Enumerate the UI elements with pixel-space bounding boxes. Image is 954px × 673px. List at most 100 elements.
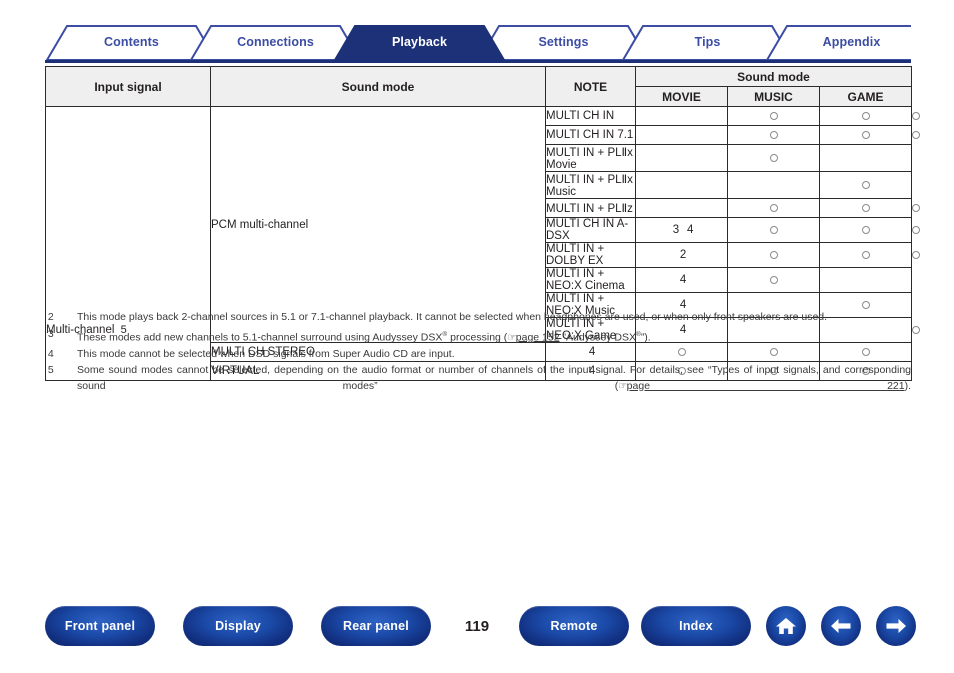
cell-movie-support (727, 171, 820, 199)
footnote-3-pre: These modes add new channels to 5.1-chan… (77, 331, 443, 343)
cell-note: 2 (635, 242, 728, 268)
cell-music-support (818, 242, 913, 268)
remote-button[interactable]: Remote (519, 606, 629, 646)
footnote-3-mid: processing ( (447, 331, 508, 343)
home-icon (776, 618, 796, 634)
cell-sound-mode: MULTI CH IN (545, 106, 636, 126)
supported-circle-icon (861, 180, 870, 189)
supported-circle-icon (912, 250, 921, 259)
tab-bar: Contents Connections Playback Settings T… (45, 22, 911, 61)
cell-sound-mode: MULTI CH IN 7.1 (545, 125, 636, 145)
cell-movie-support (727, 106, 820, 126)
footnote-2-text: This mode plays back 2-channel sources i… (77, 311, 828, 323)
cell-music-support (818, 267, 913, 293)
supported-circle-icon (769, 153, 778, 162)
link-page-221[interactable]: page 221 (627, 380, 905, 392)
arrow-left-icon (831, 619, 851, 633)
footnote-3-key: 3 (45, 327, 54, 340)
footnote-4-text: This mode cannot be selected when DSD si… (77, 347, 455, 360)
cell-movie-support (727, 217, 820, 243)
cell-sound-mode: MULTI IN + PLⅡx Movie (545, 144, 636, 172)
cell-music-support (818, 171, 913, 199)
pointing-hand-icon: ☞ (507, 332, 516, 343)
supported-circle-icon (861, 225, 870, 234)
bottom-navigation: Front panel Display Rear panel 119 Remot… (0, 606, 954, 650)
footnote-4-key: 4 (45, 347, 54, 360)
display-button[interactable]: Display (183, 606, 293, 646)
supported-circle-icon (769, 111, 778, 120)
cell-music-support (818, 106, 913, 126)
cell-note (635, 106, 728, 126)
header-game: GAME (818, 86, 913, 107)
cell-movie-support (727, 242, 820, 268)
cell-sound-mode: MULTI IN + DOLBY EX (545, 242, 636, 268)
footnote-5-tail: ). (904, 379, 912, 392)
cell-sound-mode: MULTI IN + PLⅡz (545, 198, 636, 218)
header-sound-mode: Sound mode (210, 66, 546, 107)
footnote-5-key: 5 (45, 364, 54, 376)
supported-circle-icon (912, 130, 921, 139)
cell-sound-mode: MULTI IN + NEO:X Cinema (545, 267, 636, 293)
supported-circle-icon (769, 203, 778, 212)
cell-movie-support (727, 267, 820, 293)
supported-circle-icon (912, 325, 921, 334)
cell-music-support (818, 144, 913, 172)
cell-music-support (818, 125, 913, 145)
header-sound-mode-group: Sound mode (634, 66, 913, 87)
supported-circle-icon (769, 250, 778, 259)
next-page-button[interactable] (876, 606, 916, 646)
supported-circle-icon (861, 111, 870, 120)
previous-page-button[interactable] (821, 606, 861, 646)
supported-circle-icon (912, 203, 921, 212)
cell-subcategory-pcm-multi-channel: PCM multi-channel (210, 106, 546, 343)
supported-circle-icon (861, 300, 870, 309)
cell-note (635, 198, 728, 218)
cell-movie-support (727, 144, 820, 172)
supported-circle-icon (912, 111, 921, 120)
cell-note: 3 4 (635, 217, 728, 243)
footnote-5-text: Some sound modes cannot be selected, dep… (77, 363, 911, 410)
cell-movie-support (727, 198, 820, 218)
table-header-row-1: Input signal Sound mode NOTE Sound mode (45, 66, 913, 107)
footnote-4: 4 This mode cannot be selected when DSD … (45, 347, 911, 363)
header-movie: MOVIE (635, 86, 728, 107)
cell-note (635, 144, 728, 172)
supported-circle-icon (769, 275, 778, 284)
cell-note: 4 (635, 267, 728, 293)
supported-circle-icon (861, 250, 870, 259)
footnote-2: 2 This mode plays back 2-channel sources… (45, 310, 911, 326)
supported-circle-icon (769, 225, 778, 234)
cell-music-support (818, 198, 913, 218)
footnote-3-text: These modes add new channels to 5.1-chan… (77, 327, 911, 346)
header-music: MUSIC (727, 86, 820, 107)
tab-appendix[interactable]: Appendix (765, 22, 938, 60)
footnotes: 2 This mode plays back 2-channel sources… (45, 310, 911, 411)
cell-music-support (818, 217, 913, 243)
link-page-152[interactable]: page 152 (516, 331, 560, 343)
supported-circle-icon (861, 130, 870, 139)
footnote-3-post: ”Audyssey DSX (559, 331, 637, 343)
supported-circle-icon (769, 130, 778, 139)
footnote-3: 3 These modes add new channels to 5.1-ch… (45, 327, 911, 346)
rear-panel-button[interactable]: Rear panel (321, 606, 431, 646)
front-panel-button[interactable]: Front panel (45, 606, 155, 646)
footnote-2-key: 2 (45, 311, 54, 323)
supported-circle-icon (912, 225, 921, 234)
cell-sound-mode: MULTI CH IN A-DSX (545, 217, 636, 243)
cell-movie-support (727, 125, 820, 145)
footnote-3-tail: ”). (640, 331, 651, 343)
table-row: Multi-channel 5 PCM multi-channel MULTI CH… (45, 106, 921, 381)
page-number: 119 (464, 618, 490, 635)
header-note: NOTE (545, 66, 636, 107)
home-button[interactable] (766, 606, 806, 646)
footnote-5: 5 Some sound modes cannot be selected, d… (45, 363, 911, 410)
cell-note (635, 171, 728, 199)
supported-circle-icon (861, 203, 870, 212)
pointing-hand-icon-2: ☞ (618, 380, 627, 392)
cell-note (635, 125, 728, 145)
header-input-signal: Input signal (45, 66, 211, 107)
index-button[interactable]: Index (641, 606, 751, 646)
cell-sound-mode: MULTI IN + PLⅡx Music (545, 171, 636, 199)
tab-bar-underline (45, 60, 911, 63)
arrow-right-icon (886, 619, 906, 633)
